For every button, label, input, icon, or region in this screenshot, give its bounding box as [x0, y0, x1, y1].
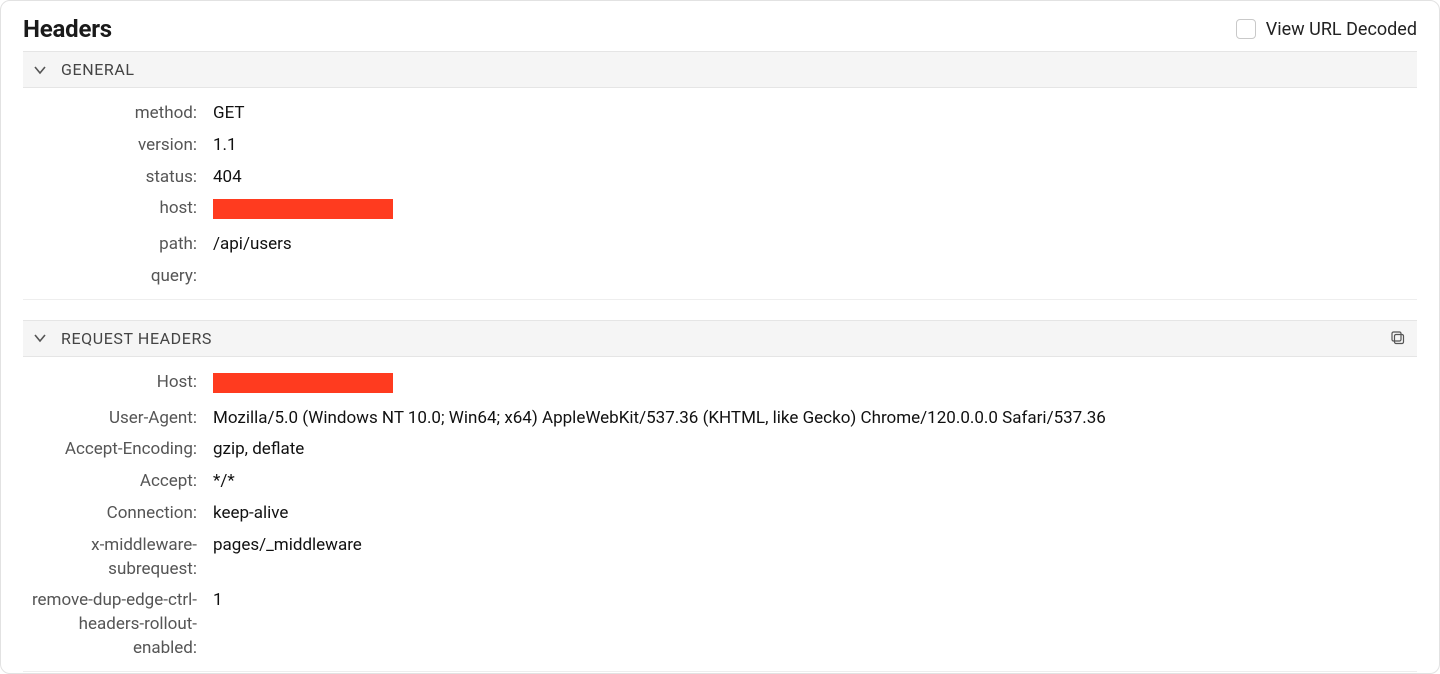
- field-value: gzip, deflate: [201, 438, 304, 462]
- field-x-middleware-subrequest: x-middleware-subrequest pages/_middlewar…: [23, 530, 1417, 586]
- field-value: 1.1: [201, 134, 237, 158]
- request-headers-rows: Host User-Agent Mozilla/5.0 (Windows NT …: [23, 357, 1417, 672]
- field-value: 404: [201, 166, 242, 190]
- field-remove-dup-edge-ctrl: remove-dup-edge-ctrl-headers-rollout-ena…: [23, 585, 1417, 664]
- chevron-down-icon: [33, 331, 47, 345]
- field-label: status: [23, 166, 201, 190]
- field-method: method GET: [23, 98, 1417, 130]
- field-status: status 404: [23, 162, 1417, 194]
- field-value: [201, 197, 393, 225]
- field-value: keep-alive: [201, 502, 288, 526]
- panel-title: Headers: [23, 15, 112, 43]
- section-request-headers: REQUEST HEADERS Host User-Agent Mozilla/…: [23, 320, 1417, 672]
- field-label: version: [23, 134, 201, 158]
- section-request-headers-title: REQUEST HEADERS: [61, 329, 212, 348]
- field-label: remove-dup-edge-ctrl-headers-rollout-ena…: [23, 589, 201, 660]
- chevron-down-icon: [33, 63, 47, 77]
- field-label: Accept: [23, 470, 201, 494]
- section-request-headers-header[interactable]: REQUEST HEADERS: [23, 320, 1417, 357]
- field-label: method: [23, 102, 201, 126]
- section-general: GENERAL method GET version 1.1 status 40…: [23, 51, 1417, 300]
- field-value: /api/users: [201, 233, 292, 257]
- field-query: query: [23, 261, 1417, 293]
- field-label: Accept-Encoding: [23, 438, 201, 462]
- field-label: host: [23, 197, 201, 221]
- redacted-block: [213, 373, 393, 393]
- field-label: path: [23, 233, 201, 257]
- field-value: Mozilla/5.0 (Windows NT 10.0; Win64; x64…: [201, 407, 1106, 431]
- field-value: GET: [201, 102, 245, 126]
- field-label: x-middleware-subrequest: [23, 534, 201, 582]
- field-connection: Connection keep-alive: [23, 498, 1417, 530]
- copy-icon[interactable]: [1389, 329, 1407, 347]
- section-general-header[interactable]: GENERAL: [23, 51, 1417, 88]
- field-value: */*: [201, 470, 235, 494]
- view-url-decoded-label: View URL Decoded: [1266, 19, 1417, 40]
- field-label: Connection: [23, 502, 201, 526]
- redacted-block: [213, 199, 393, 219]
- field-label: Host: [23, 371, 201, 395]
- field-accept: Accept */*: [23, 466, 1417, 498]
- field-label: User-Agent: [23, 407, 201, 431]
- section-general-title: GENERAL: [61, 60, 135, 79]
- field-host: host: [23, 193, 1417, 229]
- general-rows: method GET version 1.1 status 404 host p…: [23, 88, 1417, 300]
- headers-panel: Headers View URL Decoded GENERAL method …: [0, 0, 1440, 674]
- checkbox-icon[interactable]: [1236, 19, 1256, 39]
- field-user-agent: User-Agent Mozilla/5.0 (Windows NT 10.0;…: [23, 403, 1417, 435]
- field-version: version 1.1: [23, 130, 1417, 162]
- field-path: path /api/users: [23, 229, 1417, 261]
- field-host: Host: [23, 367, 1417, 403]
- field-accept-encoding: Accept-Encoding gzip, deflate: [23, 434, 1417, 466]
- view-url-decoded-toggle[interactable]: View URL Decoded: [1236, 19, 1417, 40]
- field-value: [201, 371, 393, 399]
- panel-header: Headers View URL Decoded: [1, 1, 1439, 51]
- field-value: pages/_middleware: [201, 534, 362, 558]
- field-label: query: [23, 265, 201, 289]
- field-value: 1: [201, 589, 223, 613]
